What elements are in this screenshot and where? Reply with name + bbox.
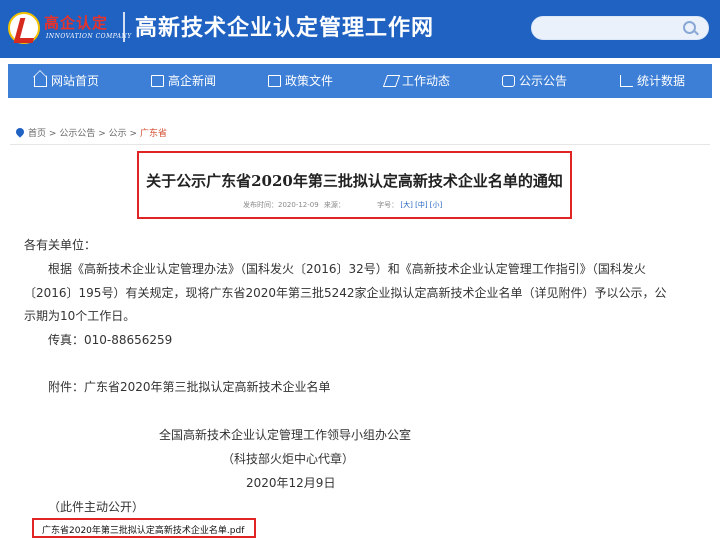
nav-item-policy[interactable]: 政策文件 (268, 64, 333, 98)
salutation: 各有关单位： (24, 238, 97, 252)
font-small-link[interactable]: [小] (430, 201, 442, 209)
nav-item-label: 高企新闻 (168, 74, 217, 88)
nav-item-news[interactable]: 高企新闻 (151, 64, 216, 98)
notice-icon (502, 75, 515, 87)
signing-organization: 全国高新技术企业认定管理工作领导小组办公室 (159, 428, 412, 442)
nav-item-home[interactable]: 网站首页 (34, 64, 99, 98)
attachment-note: 附件：广东省2020年第三批拟认定高新技术企业名单 (48, 380, 331, 394)
logo-emblem-icon (8, 12, 40, 44)
nav-item-label: 统计数据 (637, 74, 686, 88)
breadcrumb-separator: > (98, 129, 106, 139)
main-nav: 网站首页 高企新闻 政策文件 工作动态 公示公告 统计数据 (8, 64, 712, 98)
source-label: 来源： (323, 201, 345, 209)
nav-item-label: 政策文件 (285, 74, 334, 88)
breadcrumb-current[interactable]: 广东省 (140, 129, 167, 139)
font-medium-link[interactable]: [中] (415, 201, 427, 209)
nav-item-notices[interactable]: 公示公告 (502, 64, 567, 98)
search-icon[interactable] (683, 21, 696, 34)
send-icon (382, 75, 401, 87)
document-icon (151, 75, 164, 87)
paragraph-line: 〔2016〕195号）有关规定，现将广东省2020年第三批5242家企业拟认定高… (24, 286, 667, 300)
site-title: 高新技术企业认定管理工作网 (135, 15, 435, 41)
divider (10, 144, 710, 145)
nav-item-stats[interactable]: 统计数据 (620, 64, 685, 98)
disclosure-note: （此件主动公开） (48, 500, 145, 514)
chart-icon (620, 75, 633, 87)
breadcrumb-separator: > (48, 129, 57, 139)
site-header: 高企认定 INNOVATION COMPANY 高新技术企业认定管理工作网 (0, 0, 720, 58)
article-title: 关于公示广东省2020年第三批拟认定高新技术企业名单的通知 (146, 172, 563, 190)
location-pin-icon (14, 126, 26, 138)
breadcrumb-home[interactable]: 首页 (28, 129, 46, 139)
signing-seal-note: （科技部火炬中心代章） (222, 452, 355, 466)
file-icon (268, 75, 281, 87)
search-input[interactable] (531, 16, 709, 40)
logo-subtext: INNOVATION COMPANY (46, 33, 132, 40)
article-header-highlight: 关于公示广东省2020年第三批拟认定高新技术企业名单的通知 发布时间：2020-… (137, 151, 572, 219)
signing-date: 2020年12月9日 (246, 476, 336, 490)
paragraph-line: 示期为10个工作日。 (24, 309, 136, 323)
paragraph-line: 根据《高新技术企业认定管理办法》（国科发火〔2016〕32号）和《高新技术企业认… (48, 262, 646, 276)
nav-item-label: 网站首页 (51, 74, 100, 88)
breadcrumb-separator: > (129, 129, 138, 139)
article-meta: 发布时间：2020-12-09 来源： 字号： [大] [中] [小] (243, 200, 442, 210)
home-icon (34, 75, 47, 87)
site-logo[interactable]: 高企认定 INNOVATION COMPANY (8, 8, 131, 50)
nav-item-label: 公示公告 (519, 74, 568, 88)
nav-item-label: 工作动态 (402, 74, 451, 88)
breadcrumb-publicity[interactable]: 公示 (109, 129, 127, 139)
font-large-link[interactable]: [大] (400, 201, 412, 209)
nav-item-work-news[interactable]: 工作动态 (382, 64, 451, 98)
publish-time: 发布时间：2020-12-09 (243, 201, 319, 209)
logo-text: 高企认定 (44, 14, 109, 32)
attachment-highlight: 广东省2020年第三批拟认定高新技术企业名单.pdf (32, 518, 256, 538)
breadcrumb: 首页 > 公示公告 > 公示 > 广东省 (14, 126, 167, 139)
breadcrumb-notices[interactable]: 公示公告 (59, 129, 95, 139)
header-divider (123, 12, 125, 42)
font-size-label: 字号： (377, 201, 399, 209)
attachment-link[interactable]: 广东省2020年第三批拟认定高新技术企业名单.pdf (42, 523, 244, 536)
fax-number: 传真：010-88656259 (48, 333, 173, 347)
